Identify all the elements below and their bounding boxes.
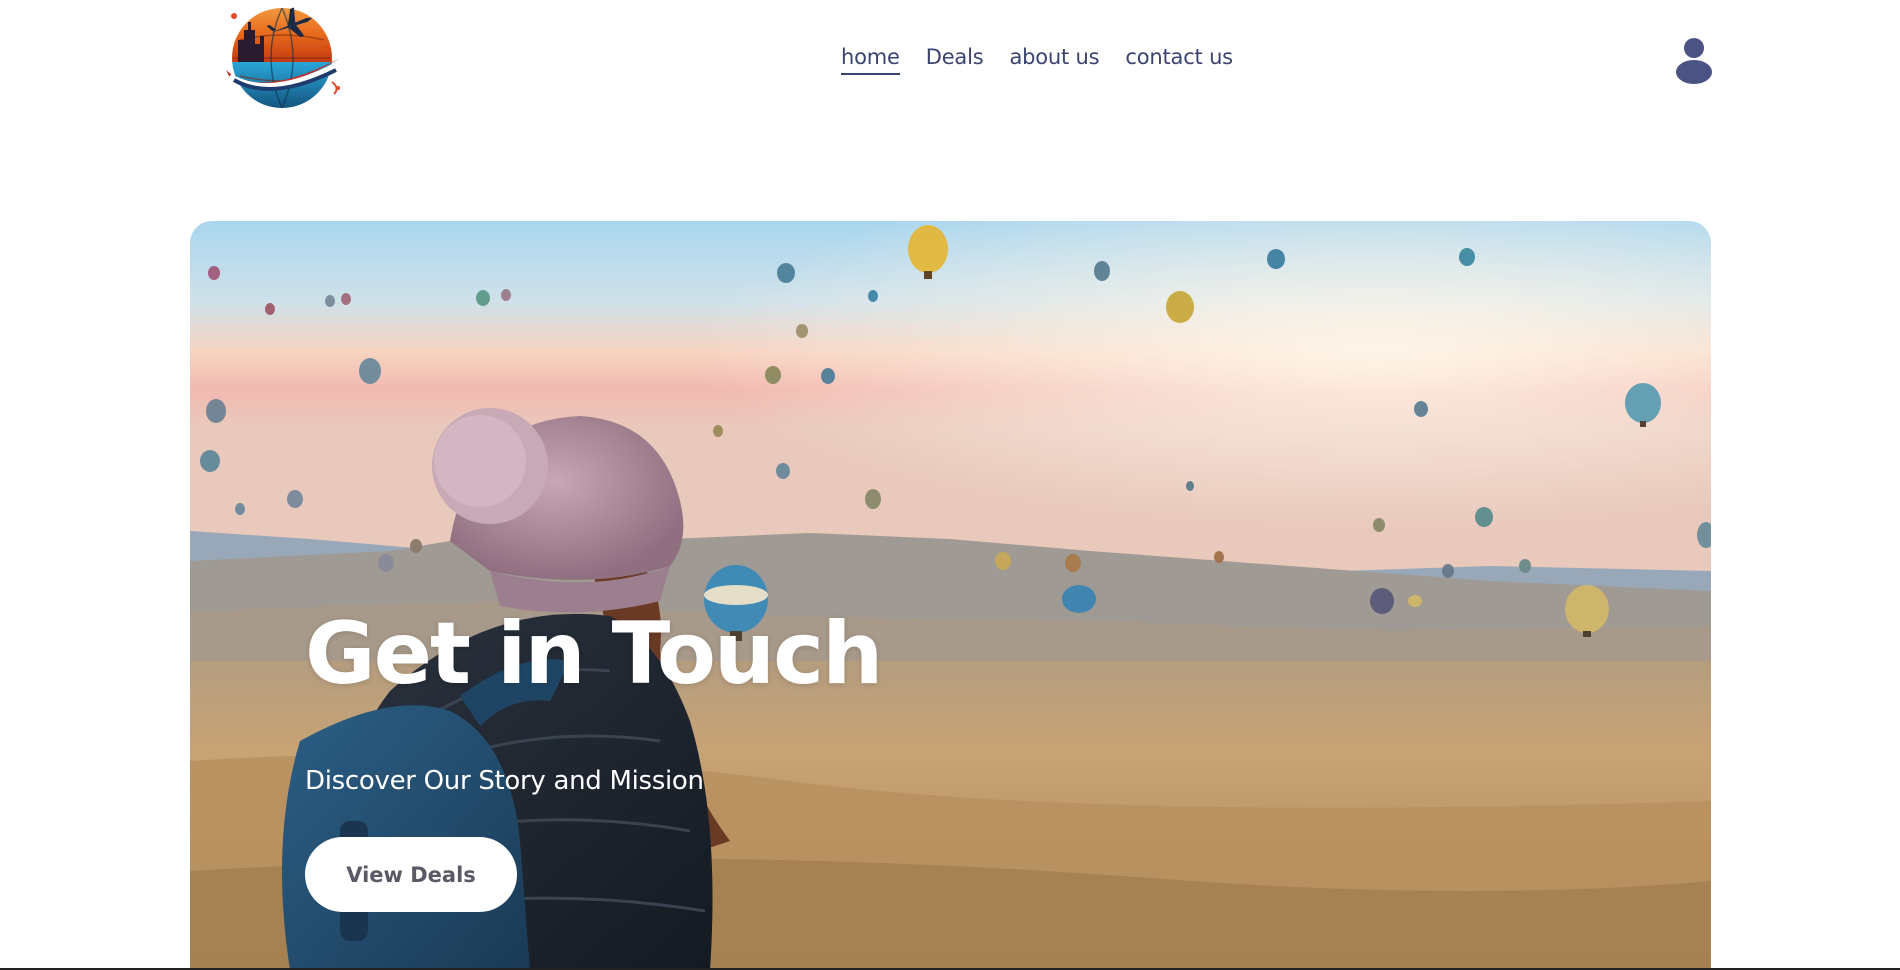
nav-link-about-us[interactable]: about us <box>1009 45 1099 75</box>
logo[interactable] <box>220 0 345 115</box>
user-icon <box>1676 38 1712 84</box>
page: home Deals about us contact us Get in To… <box>0 0 1900 970</box>
view-deals-button[interactable]: View Deals <box>305 837 517 912</box>
site-header: home Deals about us contact us <box>0 0 1900 125</box>
nav-link-contact-us[interactable]: contact us <box>1125 45 1233 75</box>
main-nav: home Deals about us contact us <box>841 45 1233 75</box>
hero-banner: Get in Touch Discover Our Story and Miss… <box>190 221 1711 970</box>
hero-title: Get in Touch <box>305 604 883 704</box>
nav-link-deals[interactable]: Deals <box>926 45 984 75</box>
globe-airplane-logo-icon <box>226 7 340 108</box>
nav-link-home[interactable]: home <box>841 45 900 75</box>
hero-subtitle: Discover Our Story and Mission <box>305 766 704 796</box>
user-account-button[interactable] <box>1674 36 1714 84</box>
